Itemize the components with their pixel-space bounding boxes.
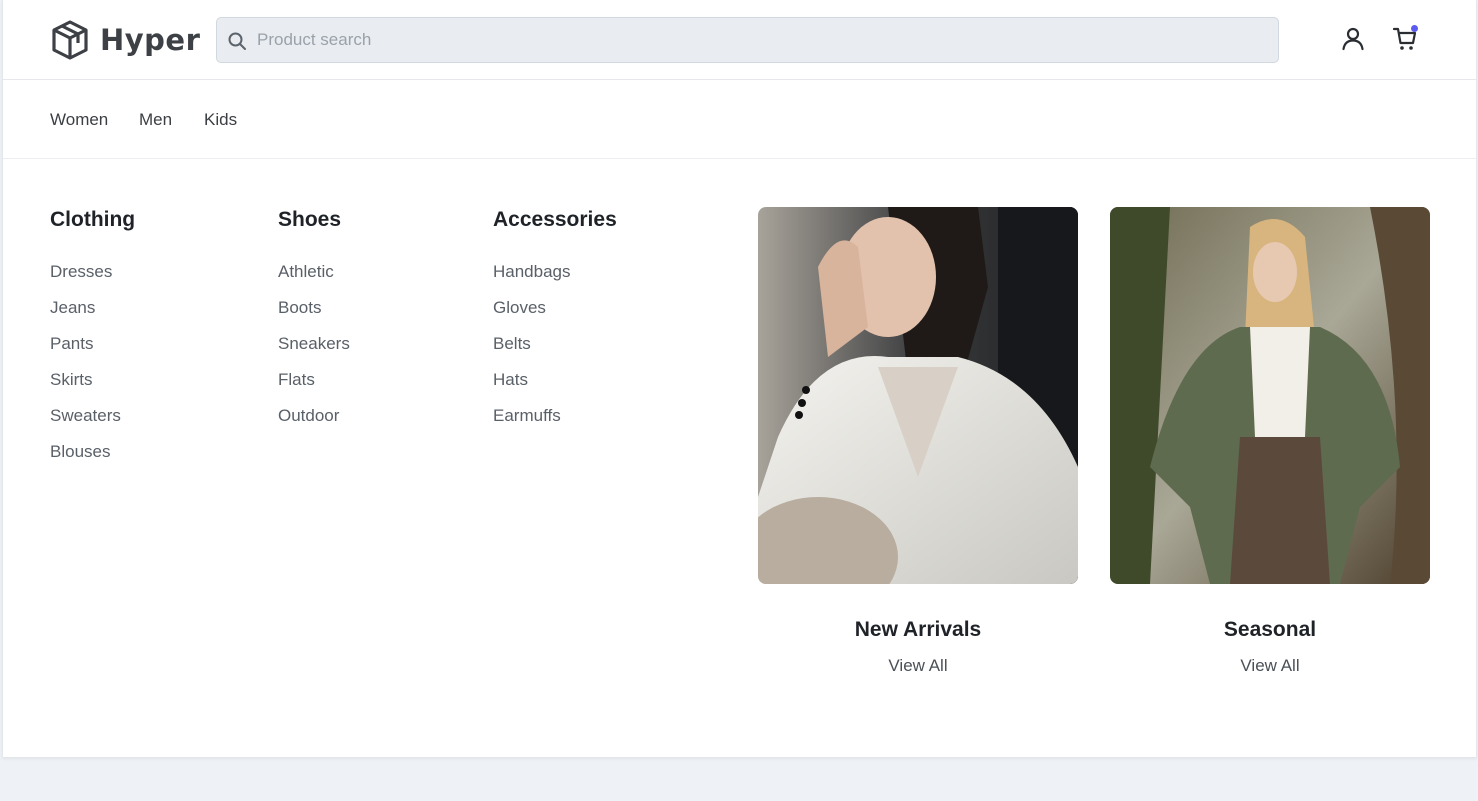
- menu-link-hats[interactable]: Hats: [493, 370, 617, 406]
- feature-image[interactable]: [758, 207, 1078, 584]
- user-icon: [1342, 27, 1364, 51]
- menu-link-belts[interactable]: Belts: [493, 334, 617, 370]
- cart-badge: [1411, 25, 1418, 32]
- column-title: Accessories: [493, 208, 617, 231]
- feature-title: Seasonal: [1223, 618, 1317, 641]
- menu-link-gloves[interactable]: Gloves: [493, 298, 617, 334]
- woman-white-blazer-photo: [758, 207, 1078, 584]
- menu-link-flats[interactable]: Flats: [278, 370, 350, 406]
- menu-link-sweaters[interactable]: Sweaters: [50, 406, 135, 442]
- category-nav: Women Men Kids: [3, 80, 1476, 159]
- menu-link-skirts[interactable]: Skirts: [50, 370, 135, 406]
- feature-card-new-arrivals: New Arrivals View All: [758, 207, 1078, 676]
- cart-button[interactable]: [1390, 24, 1420, 54]
- column-title: Shoes: [278, 208, 342, 231]
- woman-plaid-blazer-photo: [1110, 207, 1430, 584]
- menu-link-outdoor[interactable]: Outdoor: [278, 406, 350, 442]
- view-all-link[interactable]: View All: [1110, 656, 1430, 676]
- menu-column-shoes: Shoes Athletic Boots Sneakers Flats Outd…: [278, 208, 350, 442]
- menu-link-pants[interactable]: Pants: [50, 334, 135, 370]
- search-icon: [228, 32, 246, 50]
- account-button[interactable]: [1338, 24, 1368, 54]
- menu-link-boots[interactable]: Boots: [278, 298, 350, 334]
- cube-logo-icon: [52, 20, 88, 60]
- column-title: Clothing: [50, 208, 136, 231]
- column-links: Handbags Gloves Belts Hats Earmuffs: [493, 262, 617, 442]
- search-input[interactable]: [257, 18, 1267, 62]
- menu-link-jeans[interactable]: Jeans: [50, 298, 135, 334]
- search-bar: [216, 17, 1279, 63]
- menu-link-handbags[interactable]: Handbags: [493, 262, 617, 298]
- menu-column-clothing: Clothing Dresses Jeans Pants Skirts Swea…: [50, 208, 135, 478]
- view-all-link[interactable]: View All: [758, 656, 1078, 676]
- mega-menu-panel: Hyper Women Men Kids: [2, 0, 1477, 757]
- menu-link-blouses[interactable]: Blouses: [50, 442, 135, 478]
- brand-logo[interactable]: Hyper: [50, 19, 200, 61]
- nav-item-kids[interactable]: Kids: [204, 110, 237, 130]
- feature-title: New Arrivals: [854, 618, 982, 641]
- feature-card-seasonal: Seasonal View All: [1110, 207, 1430, 676]
- column-links: Athletic Boots Sneakers Flats Outdoor: [278, 262, 350, 442]
- nav-item-men[interactable]: Men: [139, 110, 172, 130]
- nav-item-women[interactable]: Women: [50, 110, 108, 130]
- menu-link-dresses[interactable]: Dresses: [50, 262, 135, 298]
- brand-name: Hyper: [100, 23, 201, 57]
- menu-link-sneakers[interactable]: Sneakers: [278, 334, 350, 370]
- menu-column-accessories: Accessories Handbags Gloves Belts Hats E…: [493, 208, 617, 442]
- menu-link-athletic[interactable]: Athletic: [278, 262, 350, 298]
- site-header: Hyper: [3, 0, 1476, 80]
- feature-image[interactable]: [1110, 207, 1430, 584]
- column-links: Dresses Jeans Pants Skirts Sweaters Blou…: [50, 262, 135, 478]
- menu-link-earmuffs[interactable]: Earmuffs: [493, 406, 617, 442]
